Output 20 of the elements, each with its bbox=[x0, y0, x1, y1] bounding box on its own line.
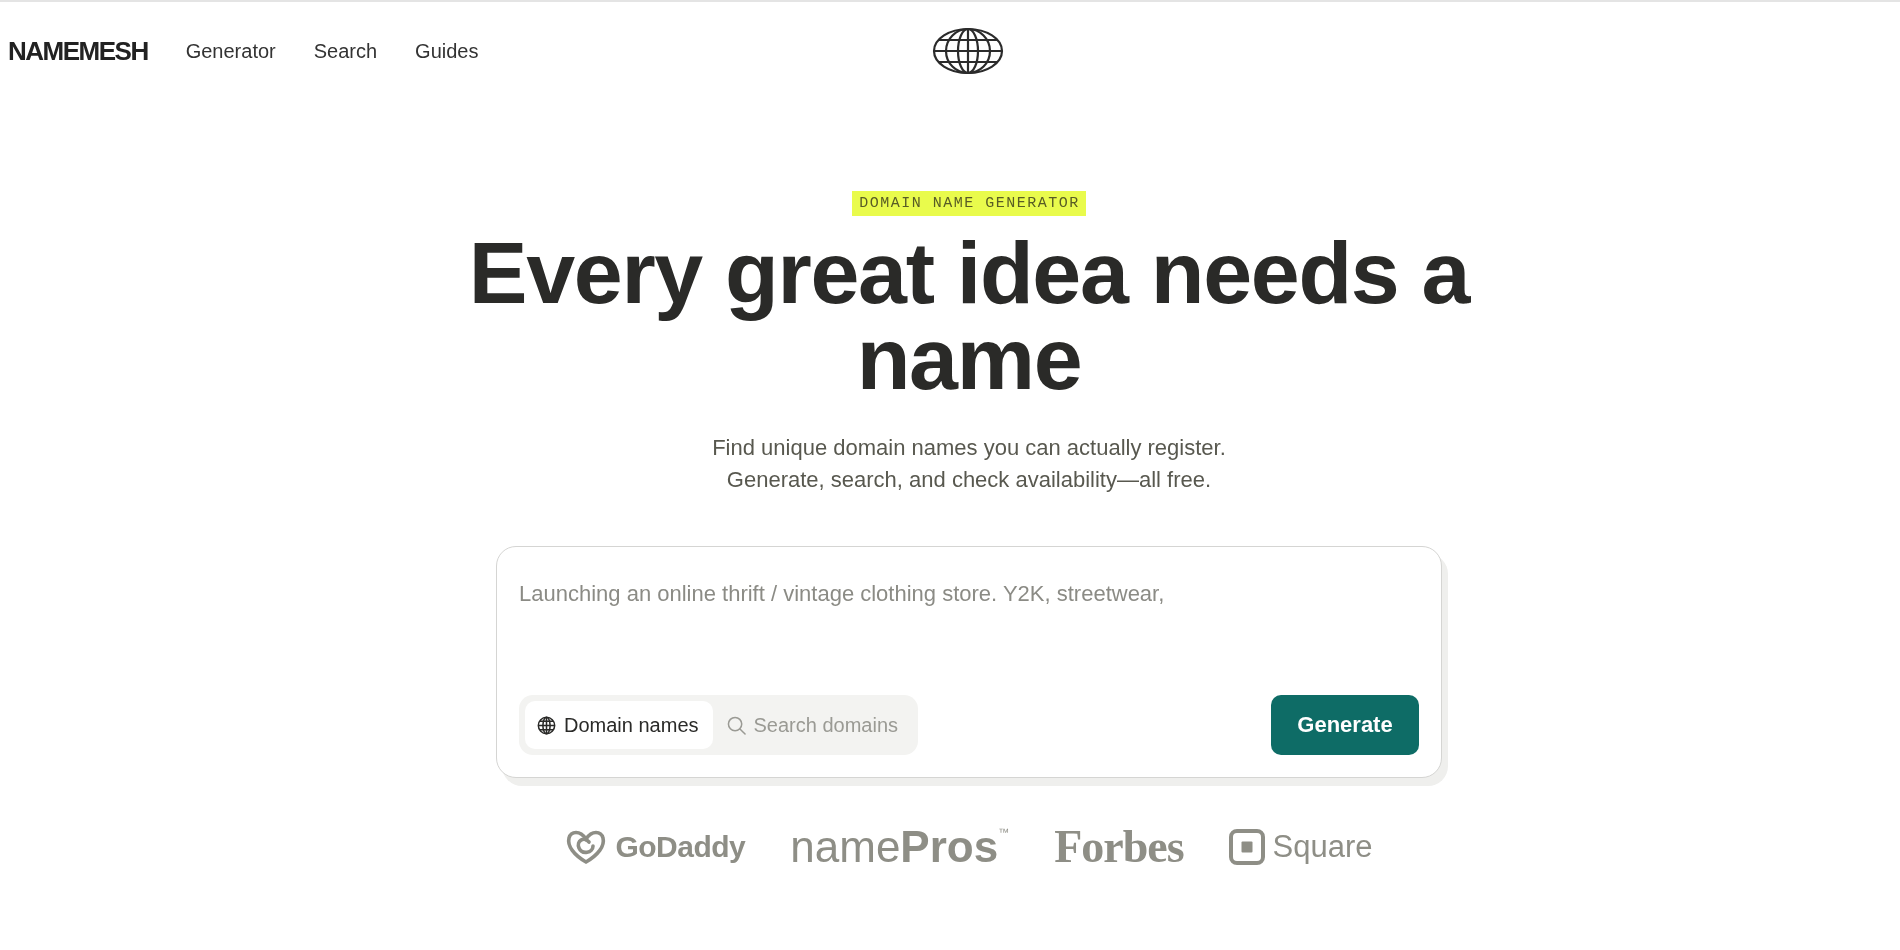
nav-link[interactable]: Generator bbox=[185, 39, 276, 63]
framed-square-icon bbox=[1228, 828, 1265, 865]
partner-logo-text: Square bbox=[1272, 828, 1373, 865]
partner-logo-text: namePros$^{™}$ bbox=[790, 821, 1010, 872]
looped-heart-icon bbox=[565, 828, 608, 865]
globe-icon bbox=[537, 715, 556, 735]
mode-tab[interactable]: Domain names bbox=[525, 701, 713, 749]
nav-link[interactable]: Search bbox=[313, 39, 378, 63]
prompt-field[interactable]: Launching an online thrift / vintage clothing store. Y2K, streetwear, bbox=[519, 579, 1419, 695]
generate-button[interactable]: Generate bbox=[1271, 695, 1419, 755]
hero-subtitle: Find unique domain names you can actually register. Generate, search, and check availability—all free. bbox=[712, 434, 1226, 494]
search-icon bbox=[726, 715, 746, 735]
brand-name[interactable]: NAMEMESH bbox=[8, 35, 148, 67]
hero-heading: Every great idea needs a name bbox=[467, 230, 1472, 402]
section-label: DOMAIN NAME GENERATOR bbox=[852, 191, 1086, 216]
partner-logo-text: GoDaddy bbox=[615, 829, 746, 864]
globe-icon bbox=[932, 27, 1004, 75]
nav-link[interactable]: Guides bbox=[415, 39, 479, 63]
partner-logo-text: Forbes bbox=[1054, 820, 1184, 873]
mode-switch[interactable]: Domain names Search domains bbox=[519, 695, 919, 755]
